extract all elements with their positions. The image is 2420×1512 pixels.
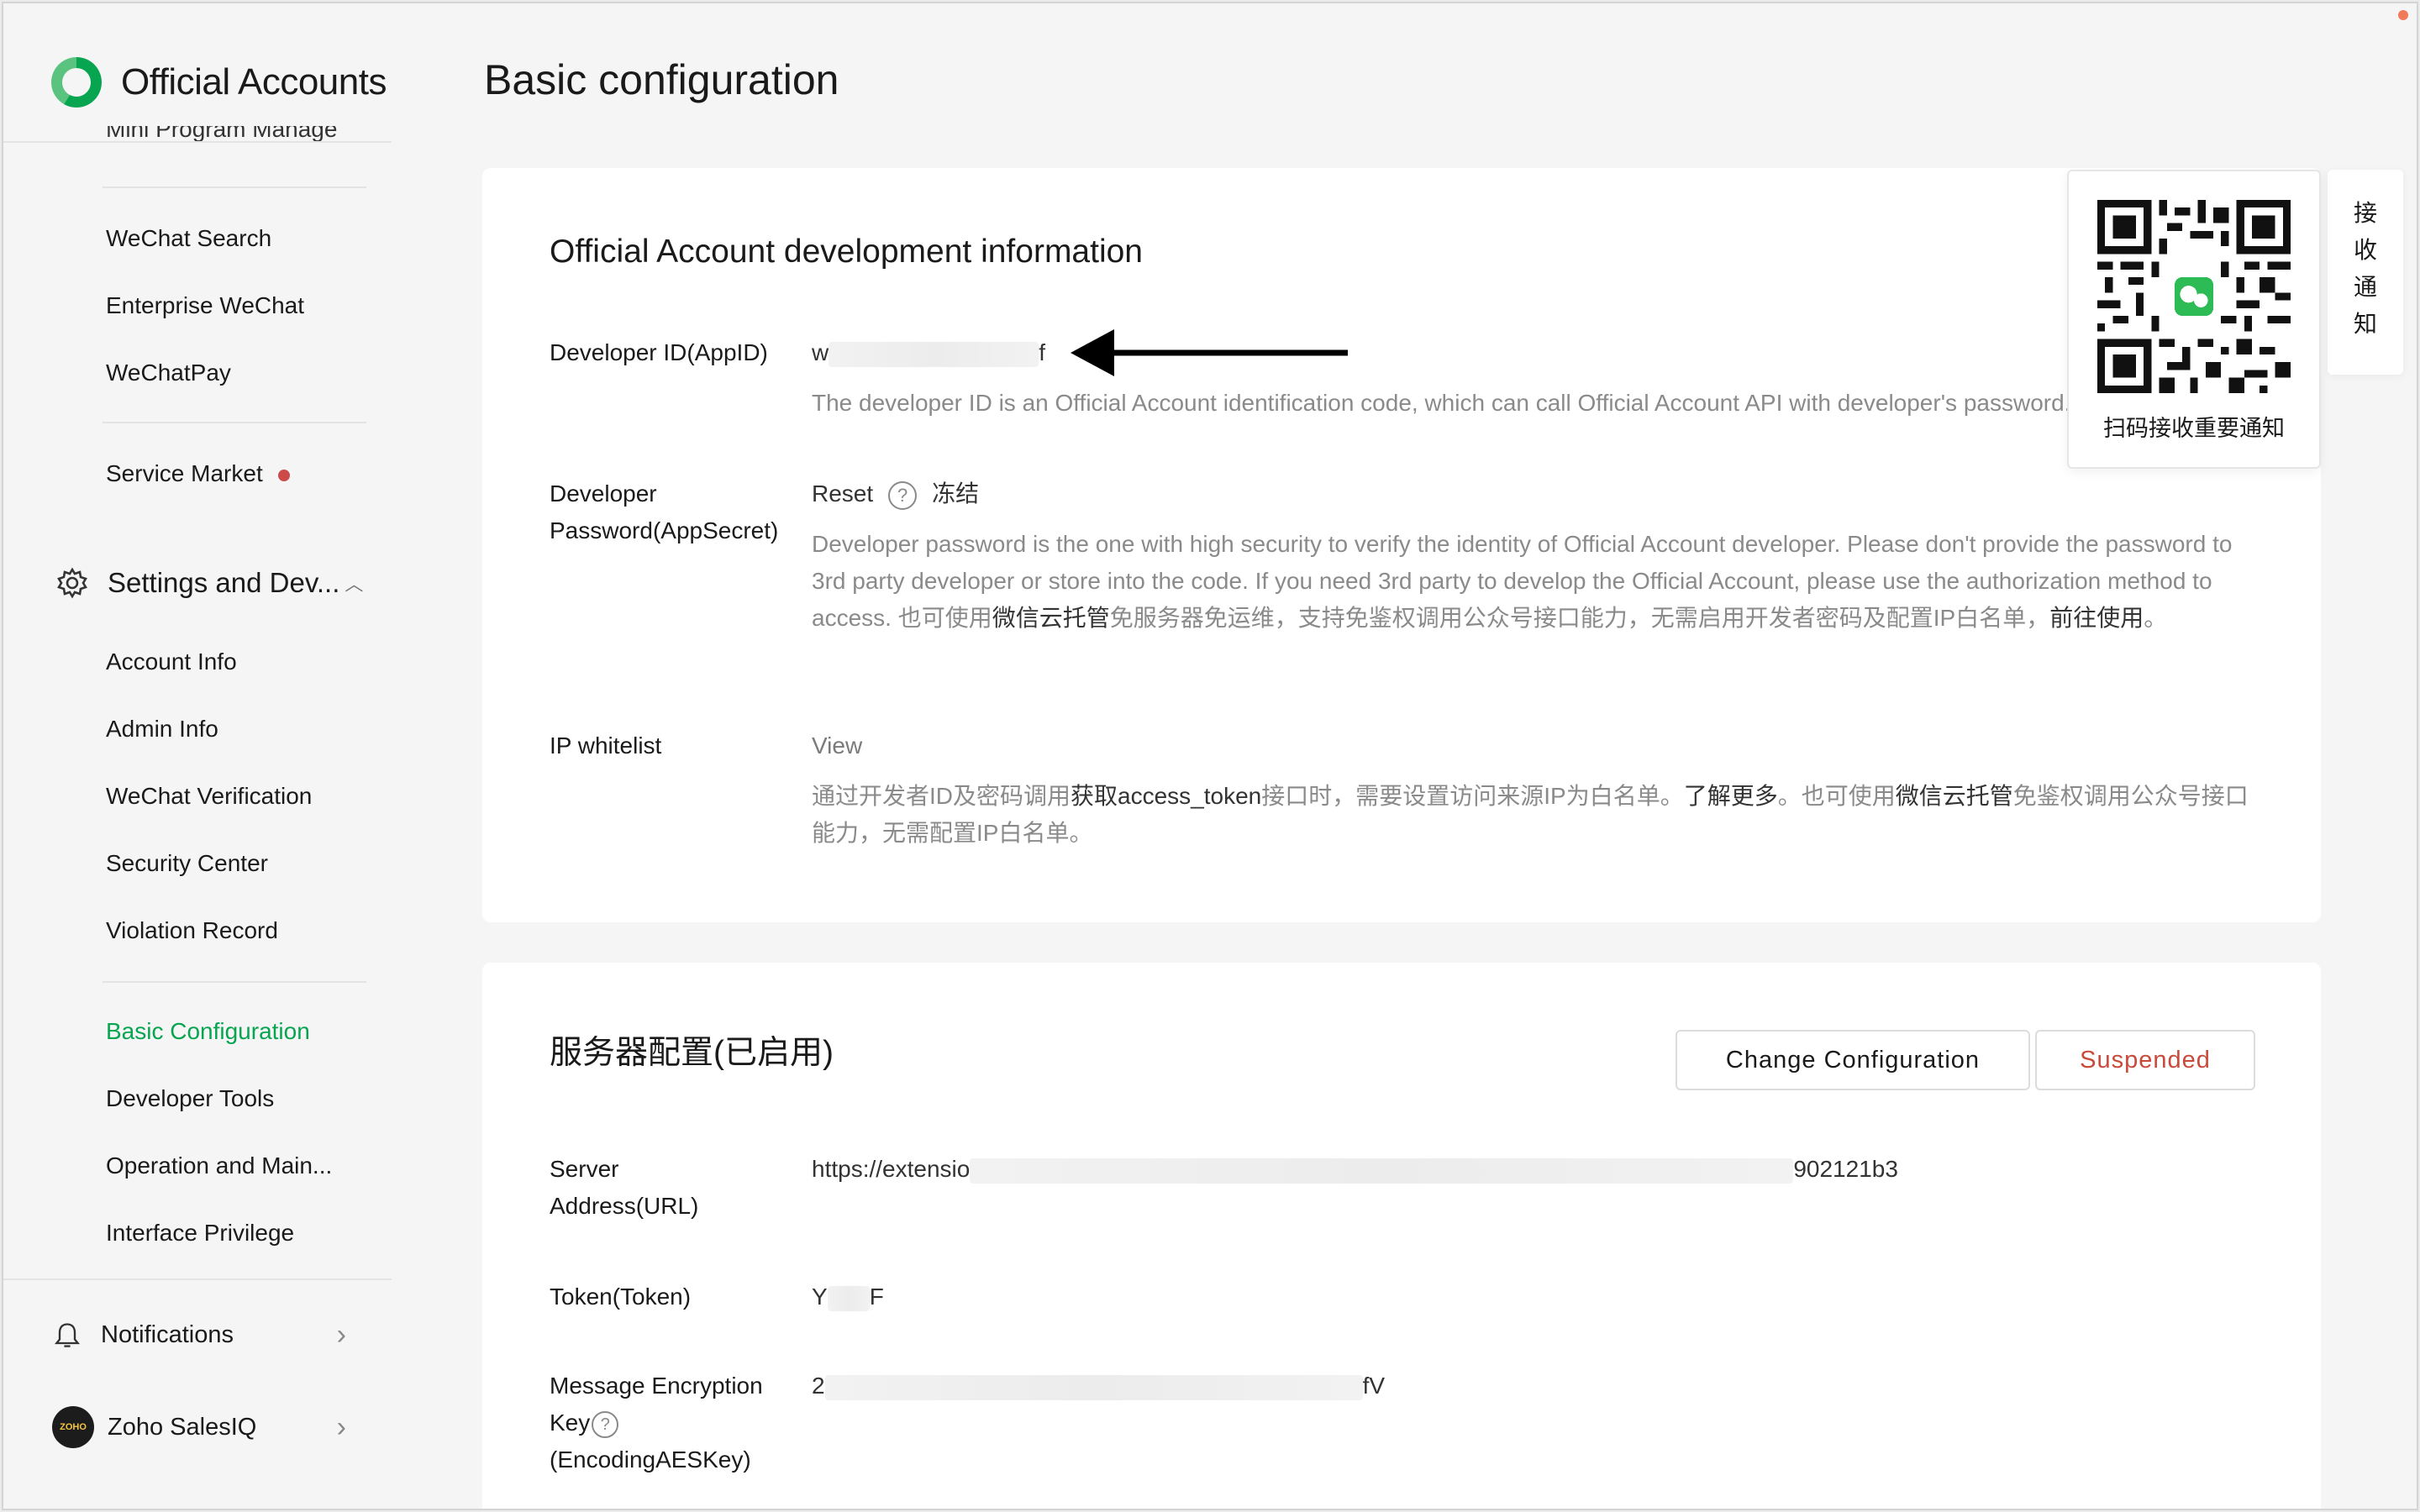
token-label: Token(Token) [550, 1284, 692, 1310]
divider [3, 1278, 392, 1280]
desc-text: 接口时，需要设置访问来源IP为白名单。 [1261, 783, 1684, 809]
sidebar-item-basic-configuration[interactable]: Basic Configuration [106, 1016, 310, 1047]
redacted [827, 1285, 870, 1311]
card-title: 服务器配置(已启用) [550, 1035, 834, 1071]
value-prefix: Y [812, 1284, 828, 1310]
chevron-right-icon: › [336, 1410, 346, 1443]
sidebar-item-label: Notifications [101, 1321, 234, 1348]
gear-icon [57, 567, 87, 599]
app-secret-actions: Reset? 冻结 [812, 475, 979, 512]
token-value[interactable]: YF [812, 1278, 884, 1315]
ip-whitelist-label: IP whitelist [550, 732, 662, 759]
sidebar-item-security-center[interactable]: Security Center [106, 848, 268, 879]
desc-text: 。 [2144, 605, 2168, 631]
value-prefix: 2 [812, 1373, 825, 1399]
chevron-right-icon: › [336, 1319, 346, 1351]
chevron-up-icon: ︿ [345, 574, 364, 595]
sidebar-item-interface-privilege[interactable]: Interface Privilege [106, 1218, 294, 1248]
learn-more-link[interactable]: 了解更多 [1684, 783, 1778, 809]
sidebar-item-wechat-verification[interactable]: WeChat Verification [106, 781, 312, 811]
redacted [829, 341, 1039, 367]
freeze-link[interactable]: 冻结 [932, 480, 979, 507]
sidebar-section-settings[interactable]: Settings and Dev... ︿ [55, 566, 363, 600]
value-suffix: f [1039, 339, 1046, 365]
sidebar-item-developer-tools[interactable]: Developer Tools [106, 1084, 274, 1114]
sidebar: Official Accounts Mini Program Manage We… [3, 3, 392, 1509]
app-id-value[interactable]: wf [812, 334, 1045, 371]
card-title: Official Account development information [550, 234, 1143, 270]
ip-whitelist-description: 通过开发者ID及密码调用获取access_token接口时，需要设置访问来源IP… [812, 778, 2257, 852]
app-id-label: Developer ID(AppID) [550, 339, 768, 365]
sidebar-item-account[interactable]: ZOHO Zoho SalesIQ › [52, 1406, 346, 1448]
desc-text: 免服务器免运维，支持免鉴权调用公众号接口能力，无需启用开发者密码及配置IP白名单… [1109, 605, 2050, 631]
app-window: Official Accounts Mini Program Manage We… [2, 2, 2418, 1510]
server-url-label: Server Address(URL) [550, 1156, 699, 1219]
aes-key-label: Message Encryption Key ? (EncodingAESKey) [550, 1368, 768, 1478]
dev-info-card: Official Account development information… [482, 168, 2321, 922]
go-use-link[interactable]: 前往使用 [2049, 605, 2144, 631]
sidebar-item-mini-program[interactable]: Mini Program Manage [106, 126, 337, 141]
label-text: (EncodingAESKey) [550, 1446, 751, 1473]
app-name: Official Accounts [121, 61, 387, 102]
help-circle-icon[interactable]: ? [888, 480, 918, 510]
redacted [824, 1374, 1363, 1400]
status-dot [2398, 10, 2408, 20]
app-id-description: The developer ID is an Official Account … [812, 390, 2071, 416]
sidebar-item-wechat-search[interactable]: WeChat Search [106, 223, 271, 254]
divider [103, 422, 366, 423]
sidebar-item-notifications[interactable]: Notifications › [52, 1319, 346, 1352]
avatar: ZOHO [52, 1406, 94, 1448]
aes-key-value[interactable]: 2 fV [812, 1368, 1385, 1404]
notice-dot [277, 469, 290, 481]
qr-popup: 扫码接收重要通知 [2067, 170, 2321, 469]
value-prefix: https://extensio [812, 1156, 971, 1182]
label-text: Message Encryption Key [550, 1373, 763, 1436]
divider [103, 981, 366, 983]
app-secret-description: Developer password is the one with high … [812, 526, 2257, 637]
qr-caption: 扫码接收重要通知 [2103, 416, 2285, 441]
sidebar-item-wechatpay[interactable]: WeChatPay [106, 358, 231, 388]
arrow-left-icon [1071, 329, 1348, 376]
value-suffix: 902121b3 [1793, 1156, 1898, 1182]
sidebar-item-label: Service Market [106, 460, 263, 486]
desc-text: 通过开发者ID及密码调用 [812, 783, 1071, 809]
tab-char: 接 [2353, 200, 2377, 226]
qr-code-icon[interactable] [2097, 200, 2291, 393]
access-token-link[interactable]: 获取access_token [1071, 783, 1261, 809]
divider [3, 141, 392, 143]
server-url-value[interactable]: https://extensio 902121b3 [812, 1151, 1898, 1188]
view-link[interactable]: View [812, 727, 862, 764]
tab-char: 收 [2353, 237, 2377, 263]
wechat-logo-icon [50, 56, 103, 108]
help-circle-icon[interactable]: ? [592, 1410, 619, 1438]
value-suffix: fV [1362, 1373, 1386, 1399]
sidebar-item-enterprise-wechat[interactable]: Enterprise WeChat [106, 291, 304, 321]
value-prefix: w [812, 339, 829, 365]
sidebar-item-violation-record[interactable]: Violation Record [106, 916, 278, 946]
sidebar-section-label: Settings and Dev... [108, 567, 340, 598]
page-title: Basic configuration [484, 56, 839, 103]
cloud-hosting-link[interactable]: 微信云托管 [992, 605, 1110, 631]
value-suffix: F [869, 1284, 884, 1310]
reset-link[interactable]: Reset [812, 480, 873, 507]
cloud-hosting-link[interactable]: 微信云托管 [1896, 783, 2013, 809]
app-secret-label: Developer Password(AppSecret) [550, 480, 779, 543]
bell-icon [54, 1322, 81, 1347]
suspend-button[interactable]: Suspended [2035, 1030, 2255, 1090]
account-name: Zoho SalesIQ [108, 1413, 257, 1441]
tab-char: 知 [2353, 311, 2377, 337]
divider [103, 186, 366, 188]
sidebar-item-operation-maintenance[interactable]: Operation and Main... [106, 1151, 332, 1181]
sidebar-item-service-market[interactable]: Service Market [106, 459, 290, 489]
sidebar-item-admin-info[interactable]: Admin Info [106, 714, 218, 744]
desc-text: 。也可使用 [1777, 783, 1896, 809]
app-logo[interactable]: Official Accounts [47, 52, 387, 113]
tab-char: 通 [2353, 274, 2377, 300]
receive-notification-tab[interactable]: 接 收 通 知 [2328, 170, 2403, 375]
redacted [970, 1158, 1794, 1184]
change-configuration-button[interactable]: Change Configuration [1676, 1030, 2030, 1090]
sidebar-item-account-info[interactable]: Account Info [106, 647, 237, 677]
